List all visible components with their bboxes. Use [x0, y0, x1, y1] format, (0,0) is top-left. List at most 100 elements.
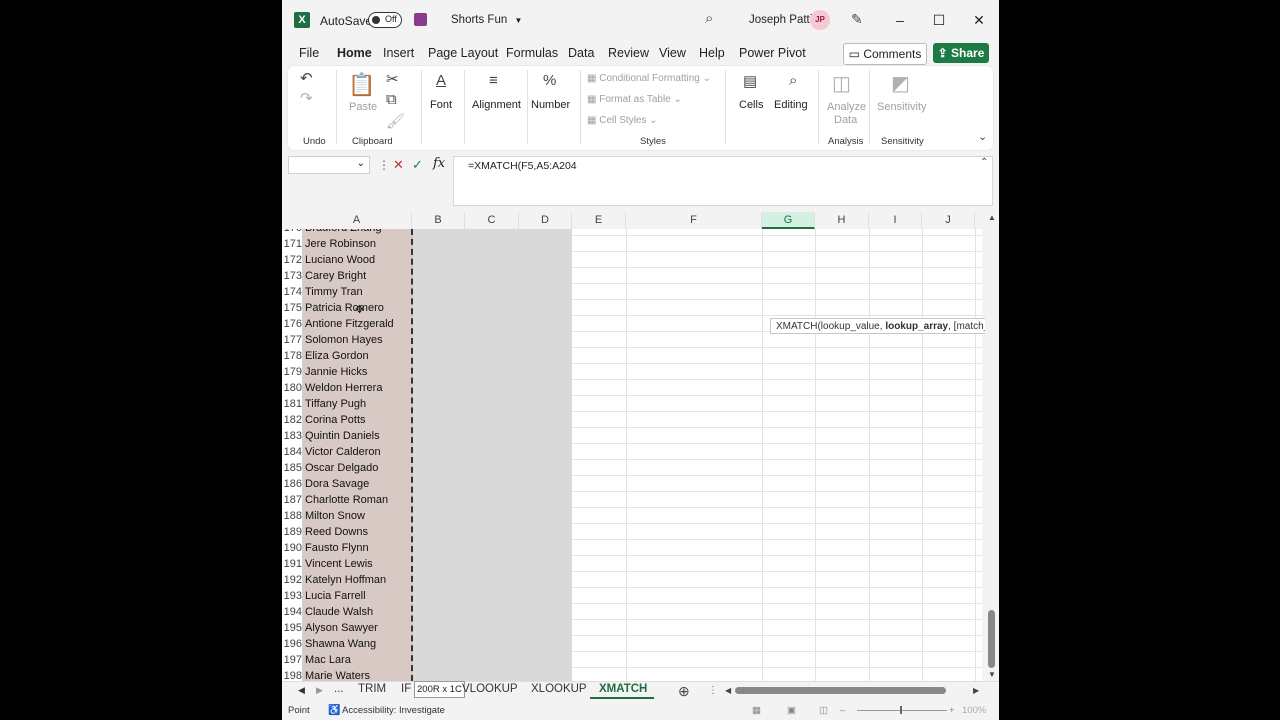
cell-a[interactable]: Alyson Sawyer	[305, 620, 378, 636]
row-header[interactable]: 186	[282, 476, 302, 492]
vertical-scrollbar[interactable]: ▲ ▼	[985, 212, 999, 682]
autosave-toggle[interactable]: Off	[368, 12, 402, 28]
cell-a[interactable]: Patricia Romero	[305, 300, 384, 316]
scroll-up-icon[interactable]: ▲	[988, 213, 996, 222]
percent-icon[interactable]: %	[543, 72, 556, 89]
row-header[interactable]: 189	[282, 524, 302, 540]
editing-label[interactable]: Editing	[774, 99, 808, 111]
formula-input[interactable]: =XMATCH(F5,A5:A204	[453, 156, 993, 206]
save-icon[interactable]	[414, 13, 427, 26]
file-name[interactable]: Shorts Fun ▼	[451, 14, 522, 26]
cell-a[interactable]: Fausto Flynn	[305, 540, 369, 556]
scroll-right-icon[interactable]: ▶	[973, 686, 979, 695]
cell-a[interactable]: Vincent Lewis	[305, 556, 373, 572]
row-header[interactable]: 177	[282, 332, 302, 348]
cut-icon[interactable]: ✂	[386, 70, 399, 88]
row-header[interactable]: 178	[282, 348, 302, 364]
cell-a[interactable]: Corina Potts	[305, 412, 366, 428]
avatar[interactable]: JP	[810, 10, 830, 30]
sheet-tab-vlookup[interactable]: VLOOKUP	[462, 683, 518, 699]
cancel-icon[interactable]: ✕	[393, 157, 404, 173]
cell-a[interactable]: Katelyn Hoffman	[305, 572, 386, 588]
row-header[interactable]: 195	[282, 620, 302, 636]
row-header[interactable]: 171	[282, 236, 302, 252]
font-label[interactable]: Font	[430, 99, 452, 111]
tab-data[interactable]: Data	[568, 46, 594, 66]
row-header[interactable]: 170	[282, 229, 302, 236]
tab-insert[interactable]: Insert	[383, 46, 414, 66]
enter-icon[interactable]: ✓	[412, 157, 423, 173]
zoom-level[interactable]: 100%	[962, 705, 986, 716]
cell-a[interactable]: Weldon Herrera	[305, 380, 382, 396]
row-header[interactable]: 190	[282, 540, 302, 556]
undo-icon[interactable]: ↶	[300, 69, 313, 87]
more-sheets[interactable]: ...	[334, 683, 344, 699]
row-header[interactable]: 175	[282, 300, 302, 316]
font-icon[interactable]: A	[436, 72, 446, 89]
collapse-ribbon-icon[interactable]: ⌄	[978, 130, 987, 143]
column-header-a[interactable]: A	[302, 212, 412, 229]
column-header-c[interactable]: C	[465, 212, 519, 229]
page-break-view-icon[interactable]: ◫	[819, 705, 828, 716]
cell-a[interactable]: Oscar Delgado	[305, 460, 378, 476]
comments-button[interactable]: ▭ Comments	[843, 43, 927, 65]
row-header[interactable]: 188	[282, 508, 302, 524]
next-sheet-icon[interactable]: ▶	[316, 685, 323, 701]
share-button[interactable]: ⇪ Share	[933, 43, 989, 63]
zoom-in-icon[interactable]: +	[949, 705, 955, 716]
more-options-icon[interactable]: ⋮	[708, 685, 718, 696]
tab-review[interactable]: Review	[608, 46, 649, 66]
name-box[interactable]: ⌄	[288, 156, 370, 174]
row-header[interactable]: 172	[282, 252, 302, 268]
insert-function-icon[interactable]: fx	[433, 156, 445, 171]
row-header[interactable]: 198	[282, 668, 302, 681]
cell-a[interactable]: Charlotte Roman	[305, 492, 388, 508]
row-header[interactable]: 182	[282, 412, 302, 428]
prev-sheet-icon[interactable]: ◀	[298, 685, 305, 701]
row-header[interactable]: 181	[282, 396, 302, 412]
row-header[interactable]: 184	[282, 444, 302, 460]
column-header-g[interactable]: G	[762, 212, 815, 229]
search-icon[interactable]: ⌕	[705, 10, 713, 27]
column-header-d[interactable]: D	[519, 212, 572, 229]
tab-page-layout[interactable]: Page Layout	[428, 46, 498, 66]
tab-help[interactable]: Help	[699, 46, 725, 66]
cell-a[interactable]: Shawna Wang	[305, 636, 376, 652]
cell-a[interactable]: Solomon Hayes	[305, 332, 383, 348]
accessibility-status[interactable]: Accessibility: Investigate	[342, 705, 445, 716]
close-icon[interactable]: ✕	[970, 11, 988, 29]
row-header[interactable]: 194	[282, 604, 302, 620]
cell-a[interactable]: Timmy Tran	[305, 284, 363, 300]
alignment-icon[interactable]: ≡	[489, 72, 498, 89]
row-header[interactable]: 183	[282, 428, 302, 444]
cell-a[interactable]: Victor Calderon	[305, 444, 381, 460]
pen-icon[interactable]: ✎	[851, 11, 863, 28]
chevron-up-icon[interactable]: ⌃	[980, 157, 988, 168]
cell-a[interactable]: Antione Fitzgerald	[305, 316, 394, 332]
row-header[interactable]: 180	[282, 380, 302, 396]
maximize-icon[interactable]: ☐	[930, 11, 948, 29]
row-header[interactable]: 191	[282, 556, 302, 572]
zoom-out-icon[interactable]: –	[840, 705, 845, 716]
cell-a[interactable]: Lucia Farrell	[305, 588, 366, 604]
column-header-i[interactable]: I	[869, 212, 922, 229]
cell-a[interactable]: Quintin Daniels	[305, 428, 380, 444]
tab-file[interactable]: File	[299, 46, 319, 66]
minimize-icon[interactable]: –	[891, 11, 909, 29]
cell-a[interactable]: Luciano Wood	[305, 252, 375, 268]
column-header-h[interactable]: H	[815, 212, 869, 229]
cell-a[interactable]: Eliza Gordon	[305, 348, 369, 364]
add-sheet-icon[interactable]: ⊕	[678, 683, 690, 700]
cells-label[interactable]: Cells	[739, 99, 763, 111]
row-header[interactable]: 179	[282, 364, 302, 380]
row-header[interactable]: 196	[282, 636, 302, 652]
row-header[interactable]: 185	[282, 460, 302, 476]
sheet-tab-if[interactable]: IF	[401, 683, 411, 699]
more-options-icon[interactable]: ⋮	[378, 158, 390, 172]
alignment-label[interactable]: Alignment	[472, 99, 521, 111]
cell-a[interactable]: Jannie Hicks	[305, 364, 367, 380]
row-header[interactable]: 187	[282, 492, 302, 508]
tab-view[interactable]: View	[659, 46, 686, 66]
tab-home[interactable]: Home	[337, 46, 372, 70]
cell-a[interactable]: Carey Bright	[305, 268, 366, 284]
